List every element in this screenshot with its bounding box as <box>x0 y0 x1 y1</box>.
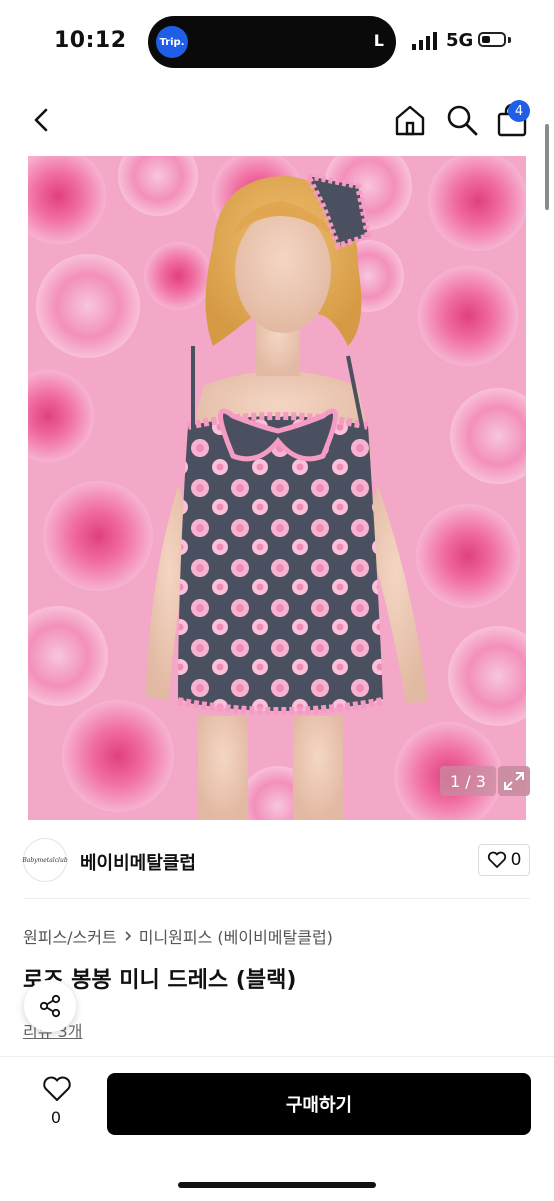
trip-app-badge: Trip. <box>156 26 188 58</box>
network-type: 5G <box>446 30 474 51</box>
breadcrumb-category[interactable]: 원피스/스커트 <box>23 924 117 948</box>
status-bar: 10:12 Trip. L 5G <box>0 0 554 88</box>
top-nav <box>0 96 554 146</box>
battery-icon <box>478 32 506 47</box>
battery-cap <box>508 37 511 43</box>
breadcrumb-subcategory[interactable]: 미니원피스 (베이비메탈클럽) <box>139 924 333 948</box>
shop-logo[interactable]: Babymetalclub <box>22 838 68 882</box>
wish-button[interactable] <box>38 1075 76 1107</box>
heart-icon <box>487 851 506 868</box>
signal-icon <box>412 32 437 50</box>
breadcrumb: 원피스/스커트 미니원피스 (베이비메탈클럽) <box>23 924 333 948</box>
scrollbar[interactable] <box>545 124 549 210</box>
shop-row[interactable]: Babymetalclub 베이비메탈클럽 0 <box>0 830 554 892</box>
home-indicator <box>178 1182 376 1188</box>
heart-icon <box>43 1076 71 1101</box>
shop-name[interactable]: 베이비메탈클럽 <box>80 849 196 875</box>
shop-like-button[interactable]: 0 <box>478 844 530 876</box>
share-icon <box>39 994 61 1018</box>
island-indicator: L <box>373 31 384 50</box>
share-button[interactable] <box>24 980 76 1032</box>
expand-icon[interactable] <box>498 766 530 796</box>
shop-like-count: 0 <box>510 850 522 870</box>
cart-count-badge: 4 <box>508 100 530 122</box>
buy-button[interactable]: 구매하기 <box>107 1073 531 1135</box>
product-image[interactable] <box>28 156 526 820</box>
status-time: 10:12 <box>54 28 127 53</box>
back-arrow-icon[interactable] <box>28 102 56 138</box>
image-counter: 1 / 3 <box>440 766 496 796</box>
dynamic-island[interactable]: Trip. L <box>148 16 396 68</box>
chevron-right-icon <box>125 931 131 941</box>
product-photo <box>28 156 526 820</box>
search-icon[interactable] <box>444 102 480 138</box>
divider <box>23 898 530 899</box>
wish-count: 0 <box>50 1108 62 1127</box>
home-icon[interactable] <box>392 102 428 138</box>
